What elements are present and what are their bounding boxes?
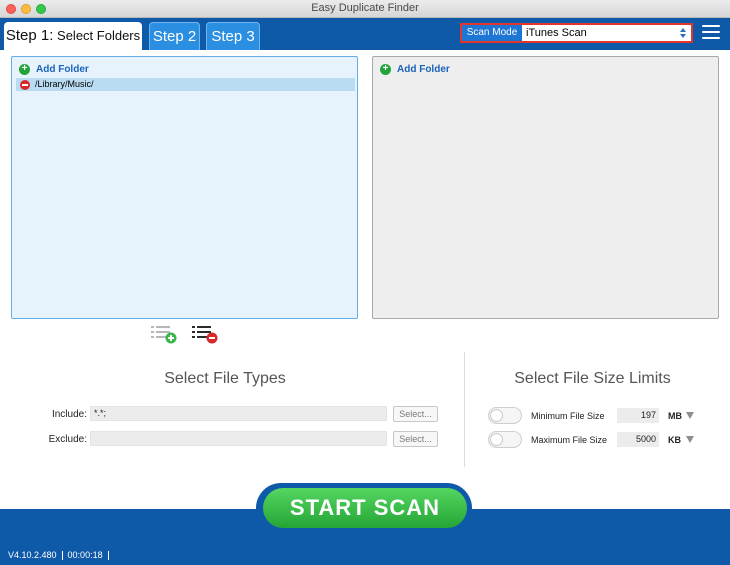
max-size-unit: KB: [668, 435, 681, 445]
min-size-label: Minimum File Size: [531, 411, 605, 421]
scan-mode-select[interactable]: Scan Mode iTunes Scan: [460, 23, 693, 43]
tab-step1-label: Select Folders: [57, 28, 141, 43]
max-size-label: Maximum File Size: [531, 435, 608, 445]
plus-circle-icon: +: [380, 64, 391, 75]
version-text: V4.10.2.480: [8, 550, 57, 560]
exclude-label: Exclude:: [48, 434, 87, 445]
window-title: Easy Duplicate Finder: [311, 2, 419, 14]
folder-path: /Library/Music/: [35, 79, 94, 89]
plus-circle-icon: +: [19, 64, 30, 75]
list-add-icon[interactable]: [150, 324, 178, 344]
protected-folders-panel: + Add Folder: [372, 56, 719, 319]
scan-mode-value: iTunes Scan: [526, 27, 587, 39]
max-size-input[interactable]: 5000: [617, 432, 659, 447]
include-select-button[interactable]: Select...: [393, 406, 438, 422]
updown-arrows-icon: [680, 28, 686, 38]
exclude-select-button[interactable]: Select...: [393, 431, 438, 447]
min-size-toggle[interactable]: [488, 407, 522, 424]
add-folder-label: Add Folder: [36, 64, 89, 75]
add-folder-button[interactable]: + Add Folder: [19, 63, 89, 76]
max-unit-dropdown-icon[interactable]: [686, 436, 694, 443]
tab-step1-prefix: Step 1:: [5, 27, 54, 44]
min-size-unit: MB: [668, 411, 682, 421]
list-remove-icon[interactable]: [191, 324, 219, 344]
add-folder-label-right: Add Folder: [397, 64, 450, 75]
source-folders-panel: + Add Folder /Library/Music/: [11, 56, 358, 319]
hamburger-menu-icon[interactable]: [702, 25, 720, 41]
min-size-input[interactable]: 197: [617, 408, 659, 423]
title-bar: Easy Duplicate Finder: [0, 0, 730, 18]
section-divider: [464, 352, 465, 467]
status-bar: V4.10.2.480 00:00:18: [8, 550, 114, 561]
file-types-title: Select File Types: [164, 370, 286, 387]
add-folder-button-right[interactable]: + Add Folder: [380, 63, 450, 76]
size-limits-title: Select File Size Limits: [514, 370, 671, 387]
include-label: Include:: [51, 409, 87, 420]
tab-step1[interactable]: Step 1: Select Folders: [4, 22, 142, 50]
min-unit-dropdown-icon[interactable]: [686, 412, 694, 419]
tab-step3[interactable]: Step 3: [206, 22, 260, 50]
tab-step2[interactable]: Step 2: [149, 22, 200, 50]
start-scan-button[interactable]: START SCAN: [263, 488, 467, 528]
exclude-input[interactable]: [90, 431, 387, 446]
elapsed-time: 00:00:18: [67, 550, 103, 560]
scan-mode-label: Scan Mode: [462, 25, 522, 41]
include-input[interactable]: *.*;: [90, 406, 387, 421]
remove-circle-icon[interactable]: [20, 80, 30, 90]
max-size-toggle[interactable]: [488, 431, 522, 448]
folder-list-item[interactable]: /Library/Music/: [16, 78, 355, 91]
